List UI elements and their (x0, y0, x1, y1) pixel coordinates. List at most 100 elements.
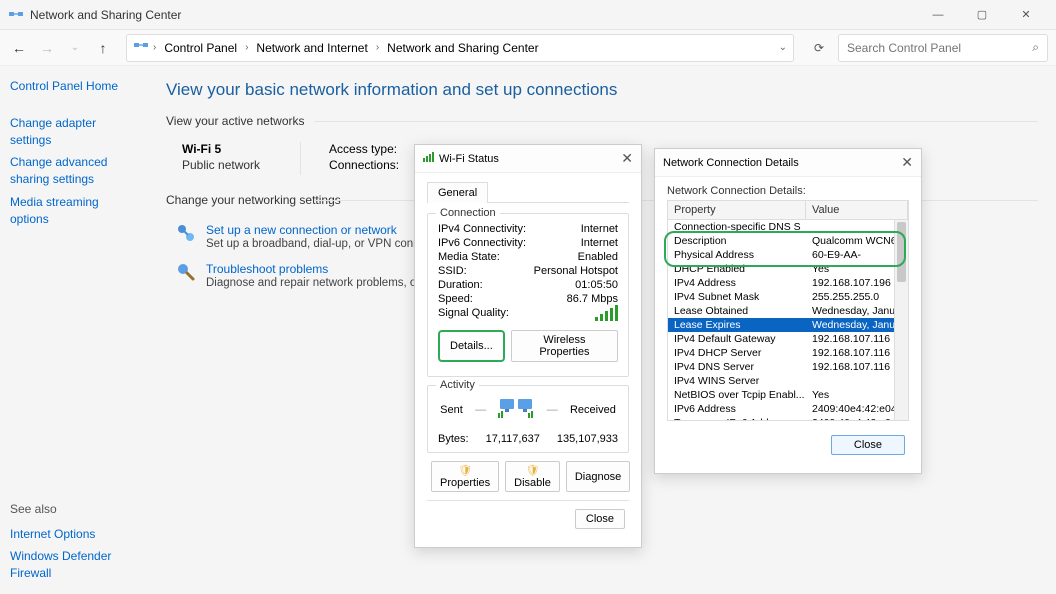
wifi-close-button[interactable]: Close (575, 509, 625, 529)
breadcrumb-mid[interactable]: Network and Internet (252, 39, 371, 57)
table-row[interactable]: IPv4 Default Gateway192.168.107.116 (668, 332, 908, 346)
table-row[interactable]: Physical Address60-E9-AA- (668, 248, 908, 262)
chevron-right-icon[interactable]: › (153, 42, 156, 53)
access-type-label: Access type: (329, 142, 409, 156)
network-type: Public network (182, 158, 260, 172)
scrollbar[interactable] (894, 220, 908, 420)
refresh-button[interactable]: ⟳ (806, 41, 832, 55)
breadcrumb-root[interactable]: Control Panel (160, 39, 241, 57)
property-cell: Physical Address (668, 248, 806, 262)
sidebar-advanced[interactable]: Change advanced sharing settings (10, 154, 138, 188)
chevron-right-icon[interactable]: › (245, 42, 248, 53)
property-cell: NetBIOS over Tcpip Enabl... (668, 388, 806, 402)
chevron-right-icon[interactable]: › (376, 42, 379, 53)
table-row[interactable]: IPv6 Address2409:40e4:42:e04f:2ad8:9de7:… (668, 402, 908, 416)
property-cell: IPv4 DHCP Server (668, 346, 806, 360)
up-button[interactable]: ↑ (92, 37, 114, 59)
properties-button[interactable]: 🛡 Properties (431, 461, 499, 492)
bytes-label: Bytes: (438, 433, 469, 445)
table-row[interactable]: IPv4 WINS Server (668, 374, 908, 388)
search-icon[interactable]: ⌕ (1032, 40, 1039, 55)
table-row[interactable]: IPv4 Address192.168.107.196 (668, 276, 908, 290)
recent-dropdown[interactable]: ⌄ (64, 37, 86, 59)
table-row[interactable]: Lease ObtainedWednesday, January 24, 202… (668, 304, 908, 318)
maximize-button[interactable]: ▢ (960, 0, 1004, 30)
table-row[interactable]: DHCP EnabledYes (668, 262, 908, 276)
address-dropdown-button[interactable]: ⌄ (779, 42, 787, 53)
table-row[interactable]: IPv4 DNS Server192.168.107.116 (668, 360, 908, 374)
details-dialog-title: Network Connection Details (663, 157, 799, 169)
close-icon[interactable]: ✕ (621, 150, 633, 167)
search-box[interactable]: ⌕ (838, 34, 1048, 62)
sidebar: Control Panel Home Change adapter settin… (0, 66, 148, 594)
details-close-button[interactable]: Close (831, 435, 905, 455)
back-button[interactable]: ← (8, 37, 30, 59)
property-cell: Connection-specific DNS S (668, 220, 806, 234)
shield-icon (176, 223, 196, 243)
media-state-value: Enabled (578, 251, 618, 263)
ipv4-connectivity-value: Internet (581, 223, 618, 235)
page-title: View your basic network information and … (166, 80, 1038, 100)
value-cell: Qualcomm WCN685x Wi-Fi 6E Dual Ban (806, 234, 908, 248)
property-cell: Lease Obtained (668, 304, 806, 318)
value-cell: 2409:40e4:42:e04f:2ad8:9de7:2291:ef4a (806, 402, 908, 416)
table-row[interactable]: IPv4 DHCP Server192.168.107.116 (668, 346, 908, 360)
table-row[interactable]: DescriptionQualcomm WCN685x Wi-Fi 6E Dua… (668, 234, 908, 248)
details-table: Property Value Connection-specific DNS S… (667, 200, 909, 421)
value-cell: 192.168.107.196 (806, 276, 908, 290)
property-cell: Temporary IPv6 Address (668, 416, 806, 420)
table-row[interactable]: Lease ExpiresWednesday, January 24, 2024… (668, 318, 908, 332)
property-cell: Description (668, 234, 806, 248)
scrollbar-thumb[interactable] (897, 222, 906, 282)
ipv6-connectivity-label: IPv6 Connectivity: (438, 237, 526, 249)
table-row[interactable]: Temporary IPv6 Address2409:40e4:42:e04f:… (668, 416, 908, 420)
ssid-value: Personal Hotspot (534, 265, 618, 277)
value-cell: 60-E9-AA- (806, 248, 908, 262)
address-bar[interactable]: › Control Panel › Network and Internet ›… (126, 34, 794, 62)
close-button[interactable]: ✕ (1004, 0, 1048, 30)
app-icon (8, 7, 24, 23)
address-icon (133, 38, 149, 57)
close-icon[interactable]: ✕ (901, 154, 913, 171)
signal-bars-icon (595, 307, 618, 321)
connection-group-label: Connection (436, 207, 500, 219)
property-cell: Lease Expires (668, 318, 806, 332)
window-title: Network and Sharing Center (30, 8, 916, 22)
value-cell (806, 220, 908, 234)
table-row[interactable]: IPv4 Subnet Mask255.255.255.0 (668, 290, 908, 304)
forward-button[interactable]: → (36, 37, 58, 59)
property-cell: IPv6 Address (668, 402, 806, 416)
sidebar-firewall[interactable]: Windows Defender Firewall (10, 548, 138, 582)
value-cell: 192.168.107.116 (806, 346, 908, 360)
value-cell: Yes (806, 388, 908, 402)
details-button[interactable]: Details... (438, 330, 505, 362)
col-property[interactable]: Property (668, 201, 806, 219)
table-row[interactable]: Connection-specific DNS S (668, 220, 908, 234)
minimize-button[interactable]: — (916, 0, 960, 30)
sidebar-adapter[interactable]: Change adapter settings (10, 115, 138, 149)
disable-button[interactable]: 🛡 Disable (505, 461, 560, 492)
activity-group-label: Activity (436, 379, 479, 391)
details-label: Network Connection Details: (667, 185, 909, 197)
tab-general[interactable]: General (427, 182, 488, 203)
table-row[interactable]: NetBIOS over Tcpip Enabl...Yes (668, 388, 908, 402)
wireless-properties-button[interactable]: Wireless Properties (511, 330, 618, 362)
bytes-received-value: 135,107,933 (557, 433, 618, 445)
search-input[interactable] (847, 41, 1032, 55)
signal-icon (423, 151, 435, 166)
sidebar-home[interactable]: Control Panel Home (10, 78, 138, 95)
col-value[interactable]: Value (806, 201, 908, 219)
value-cell: 192.168.107.116 (806, 332, 908, 346)
wrench-icon (176, 262, 196, 282)
diagnose-button[interactable]: Diagnose (566, 461, 630, 492)
activity-divider: — (547, 404, 558, 416)
sidebar-internet-options[interactable]: Internet Options (10, 526, 138, 543)
sidebar-media[interactable]: Media streaming options (10, 194, 138, 228)
breadcrumb-leaf[interactable]: Network and Sharing Center (383, 39, 542, 57)
property-cell: DHCP Enabled (668, 262, 806, 276)
monitors-icon (498, 394, 534, 426)
duration-value: 01:05:50 (575, 279, 618, 291)
value-cell (806, 374, 908, 388)
received-label: Received (570, 404, 616, 416)
duration-label: Duration: (438, 279, 483, 291)
